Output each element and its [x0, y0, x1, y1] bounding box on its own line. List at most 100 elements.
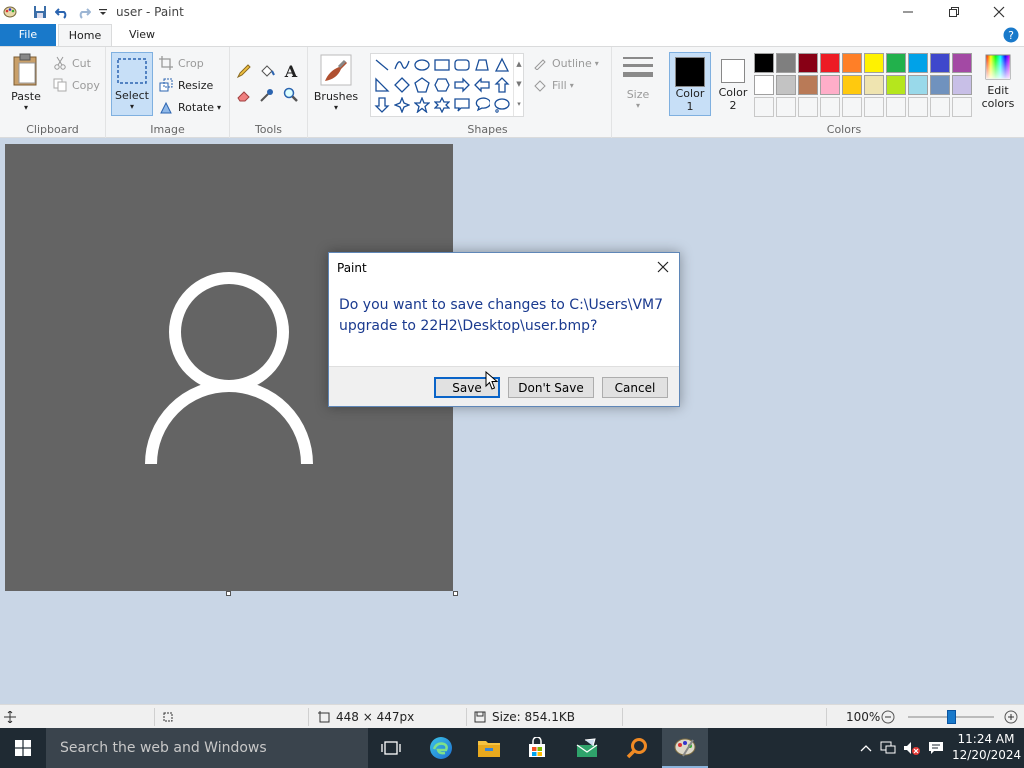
color-swatch[interactable] — [886, 75, 906, 95]
tab-home[interactable]: Home — [58, 24, 112, 46]
size-button[interactable]: Size ▾ — [616, 55, 660, 110]
color-swatch[interactable] — [754, 75, 774, 95]
paint-taskbar-icon[interactable] — [662, 728, 708, 768]
edge-browser-icon[interactable] — [418, 728, 464, 768]
fill-bucket-icon[interactable] — [257, 61, 277, 81]
resize-handle-bottom[interactable] — [226, 591, 231, 596]
oval-callout-icon[interactable] — [472, 95, 492, 115]
zoom-in-icon[interactable] — [1004, 705, 1018, 729]
line-shape-icon[interactable] — [372, 55, 392, 75]
color-swatch[interactable] — [886, 53, 906, 73]
custom-color-slot[interactable] — [798, 97, 818, 117]
custom-color-slot[interactable] — [820, 97, 840, 117]
save-icon[interactable] — [30, 2, 50, 22]
cancel-button[interactable]: Cancel — [602, 377, 668, 398]
color-swatch[interactable] — [930, 75, 950, 95]
copy-button[interactable]: Copy — [52, 75, 100, 95]
outline-button[interactable]: Outline ▾ — [532, 53, 599, 73]
network-icon[interactable] — [878, 738, 898, 758]
color-swatch[interactable] — [798, 53, 818, 73]
polygon-shape-icon[interactable] — [472, 55, 492, 75]
task-view-icon[interactable] — [368, 728, 414, 768]
color-swatch[interactable] — [952, 75, 972, 95]
file-explorer-icon[interactable] — [466, 728, 512, 768]
resize-button[interactable]: Resize — [158, 75, 213, 95]
custom-color-slot[interactable] — [886, 97, 906, 117]
pencil-icon[interactable] — [234, 61, 254, 81]
redo-icon[interactable] — [74, 2, 94, 22]
zoom-out-icon[interactable] — [881, 705, 895, 729]
notifications-icon[interactable] — [926, 738, 946, 758]
volume-muted-icon[interactable] — [902, 738, 922, 758]
fill-button[interactable]: Fill ▾ — [532, 75, 574, 95]
color1-button[interactable]: Color 1 — [669, 52, 711, 116]
email-app-icon[interactable] — [564, 728, 610, 768]
tab-file[interactable]: File — [0, 24, 56, 46]
select-button[interactable]: Select ▾ — [111, 52, 153, 116]
color-swatch[interactable] — [930, 53, 950, 73]
left-arrow-shape-icon[interactable] — [472, 75, 492, 95]
rounded-rectangle-shape-icon[interactable] — [452, 55, 472, 75]
down-arrow-shape-icon[interactable] — [372, 95, 392, 115]
microsoft-store-icon[interactable] — [514, 728, 560, 768]
color-swatch[interactable] — [820, 75, 840, 95]
paste-button[interactable]: Paste ▾ — [6, 53, 46, 112]
six-point-star-icon[interactable] — [432, 95, 452, 115]
custom-color-slot[interactable] — [776, 97, 796, 117]
color-picker-icon[interactable] — [257, 85, 277, 105]
hexagon-shape-icon[interactable] — [432, 75, 452, 95]
color2-button[interactable]: Color 2 — [713, 52, 753, 116]
custom-color-slot[interactable] — [754, 97, 774, 117]
color-swatch[interactable] — [908, 53, 928, 73]
color-swatch[interactable] — [842, 53, 862, 73]
search-app-icon[interactable] — [614, 728, 660, 768]
color-swatch[interactable] — [952, 53, 972, 73]
right-triangle-shape-icon[interactable] — [372, 75, 392, 95]
color-swatch[interactable] — [776, 75, 796, 95]
custom-color-slot[interactable] — [842, 97, 862, 117]
custom-color-slot[interactable] — [908, 97, 928, 117]
color-swatch[interactable] — [864, 75, 884, 95]
color-swatch[interactable] — [908, 75, 928, 95]
diamond-shape-icon[interactable] — [392, 75, 412, 95]
paint-app-icon[interactable] — [0, 2, 20, 22]
help-icon[interactable]: ? — [1002, 26, 1020, 44]
magnifier-icon[interactable] — [281, 85, 301, 105]
rectangle-shape-icon[interactable] — [432, 55, 452, 75]
color-swatch[interactable] — [864, 53, 884, 73]
show-hidden-icons-icon[interactable] — [856, 738, 876, 758]
right-arrow-shape-icon[interactable] — [452, 75, 472, 95]
oval-shape-icon[interactable] — [412, 55, 432, 75]
up-arrow-shape-icon[interactable] — [492, 75, 512, 95]
start-button[interactable] — [0, 728, 46, 768]
custom-color-slot[interactable] — [864, 97, 884, 117]
five-point-star-icon[interactable] — [412, 95, 432, 115]
cloud-callout-icon[interactable] — [492, 95, 512, 115]
resize-handle-corner[interactable] — [453, 591, 458, 596]
pentagon-shape-icon[interactable] — [412, 75, 432, 95]
rect-callout-icon[interactable] — [452, 95, 472, 115]
canvas-workspace[interactable] — [0, 138, 1024, 704]
taskbar-search-box[interactable]: Search the web and Windows — [46, 728, 368, 768]
cut-button[interactable]: Cut — [52, 53, 91, 73]
custom-color-slot[interactable] — [930, 97, 950, 117]
color-swatch[interactable] — [798, 75, 818, 95]
dont-save-button[interactable]: Don't Save — [508, 377, 594, 398]
close-window-button[interactable] — [976, 0, 1022, 24]
color-swatch[interactable] — [820, 53, 840, 73]
taskbar-clock[interactable]: 11:24 AM 12/20/2024 — [952, 731, 1021, 763]
undo-icon[interactable] — [52, 2, 72, 22]
four-point-star-icon[interactable] — [392, 95, 412, 115]
restore-button[interactable] — [931, 0, 977, 24]
eraser-icon[interactable] — [234, 85, 254, 105]
text-tool-icon[interactable]: A — [281, 61, 301, 81]
minimize-button[interactable] — [885, 0, 931, 24]
shapes-scrollbar[interactable]: ▲ ▼ ▾ — [513, 54, 524, 116]
triangle-shape-icon[interactable] — [492, 55, 512, 75]
rotate-button[interactable]: Rotate ▾ — [158, 97, 221, 117]
color-swatch[interactable] — [842, 75, 862, 95]
color-swatch[interactable] — [754, 53, 774, 73]
edit-colors-button[interactable]: Edit colors — [976, 53, 1020, 110]
custom-color-slot[interactable] — [952, 97, 972, 117]
tab-view[interactable]: View — [118, 24, 166, 46]
